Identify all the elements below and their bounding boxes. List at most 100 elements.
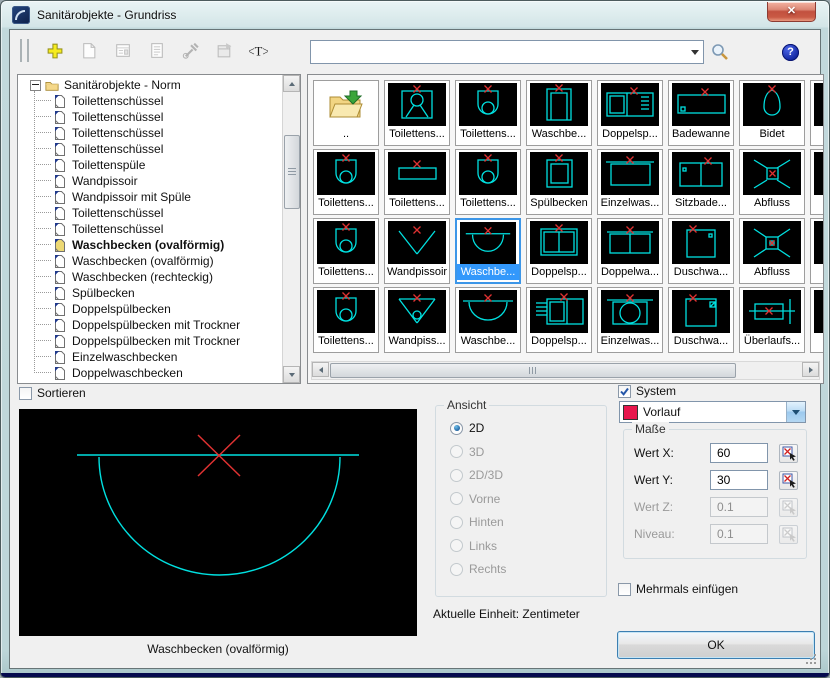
radio-label: 2D [469, 421, 484, 435]
thumbnail-tile[interactable] [810, 218, 824, 284]
thumbnail-tile[interactable]: Überlaufs... [739, 287, 805, 353]
tree-collapse-icon[interactable] [30, 80, 41, 91]
scroll-down-button[interactable] [283, 366, 300, 383]
toilet-shield-thumbnail [459, 152, 517, 195]
text-button[interactable]: <T> [243, 36, 273, 64]
tree-item[interactable]: Einzelwaschbecken [18, 349, 283, 365]
field-input[interactable] [710, 443, 768, 463]
thumbnail-tile[interactable]: Waschbe... [455, 287, 521, 353]
thumbnail-tile[interactable] [810, 149, 824, 215]
pick-value-button[interactable] [779, 471, 798, 490]
dropdown-button[interactable] [786, 402, 805, 422]
checkbox-checked-icon [618, 385, 631, 398]
system-checkbox[interactable]: System [618, 383, 676, 399]
toilet-bar-thumbnail [388, 152, 446, 195]
scroll-up-button[interactable] [283, 75, 300, 92]
tree-item[interactable]: Waschbecken (rechteckig) [18, 269, 283, 285]
document-icon [53, 174, 67, 188]
tree-vertical-scrollbar[interactable] [282, 75, 300, 383]
bathtub-thumbnail [672, 83, 730, 126]
tree-root-item[interactable]: Sanitärobjekte - Norm [18, 77, 283, 93]
tree-item[interactable]: Spülbecken [18, 285, 283, 301]
thumbnail-tile[interactable]: Waschbe... [455, 218, 521, 284]
thumbnail-tile[interactable]: Abfluss [739, 149, 805, 215]
scrollbar-thumb[interactable] [284, 135, 300, 209]
tree-item[interactable]: Doppelspülbecken mit Trockner [18, 317, 283, 333]
tree-item[interactable]: Toilettenschüssel [18, 109, 283, 125]
thumbnail-tile[interactable]: Doppelsp... [597, 80, 663, 146]
tree-item[interactable]: Toilettenschüssel [18, 205, 283, 221]
thumbnail-tile[interactable]: Duschwa... [668, 287, 734, 353]
tree-item[interactable]: Doppelspülbecken [18, 301, 283, 317]
thumbnail-tile[interactable]: Doppelwa... [597, 218, 663, 284]
thumbnail-tile[interactable]: Badewanne [668, 80, 734, 146]
tree-connector [34, 356, 51, 358]
tree-item[interactable]: Waschbecken (ovalförmig) [18, 253, 283, 269]
pick-value-button[interactable] [779, 444, 798, 463]
view-radio-2d[interactable]: 2D [450, 420, 484, 436]
tree-connector [34, 116, 51, 118]
toilet-frame-thumbnail [388, 83, 446, 126]
resize-grip[interactable] [805, 653, 817, 665]
thumbnail-tile[interactable]: Einzelwas... [597, 149, 663, 215]
pick-value-button [779, 498, 798, 517]
tree-item[interactable]: Waschbecken (ovalförmig) [18, 237, 283, 253]
thumbnail-tile[interactable]: Toilettens... [384, 80, 450, 146]
search-icon[interactable] [710, 42, 730, 62]
tree-connector [34, 372, 51, 374]
tree-item[interactable]: Wandpissoir mit Spüle [18, 189, 283, 205]
sortieren-checkbox[interactable]: Sortieren [19, 385, 86, 401]
arrow-left-icon [319, 367, 323, 373]
tree-connector [34, 132, 51, 134]
tree-item[interactable]: Toilettenschüssel [18, 125, 283, 141]
help-button[interactable]: ? [782, 44, 799, 61]
add-button[interactable] [39, 36, 69, 64]
thumbnail-tile[interactable]: Toilettens... [313, 218, 379, 284]
tree-item[interactable]: Wandpissoir [18, 173, 283, 189]
thumbnail-tile[interactable]: Spülbecken [526, 149, 592, 215]
tree-item[interactable]: Toilettenschüssel [18, 221, 283, 237]
thumbnail-tile[interactable]: Toilettens... [384, 149, 450, 215]
thumbnail-tile[interactable]: Doppelsp... [526, 287, 592, 353]
ok-button[interactable]: OK [617, 631, 815, 659]
tile-folder-up[interactable]: .. [313, 80, 379, 146]
mehrmals-checkbox[interactable]: Mehrmals einfügen [618, 581, 738, 597]
combobox-dropdown-button[interactable] [687, 42, 703, 62]
tile-label: Waschbe... [527, 126, 591, 143]
grid-horizontal-scrollbar[interactable] [311, 361, 820, 380]
tile-label: Doppelsp... [527, 264, 591, 281]
thumbnail-tile[interactable]: Einzelwas... [597, 287, 663, 353]
field-input[interactable] [710, 470, 768, 490]
thumbnail-tile[interactable]: Sitzbade... [668, 149, 734, 215]
tile-label: Überlaufs... [740, 333, 804, 350]
tree-item[interactable]: Doppelwaschbecken [18, 365, 283, 381]
thumbnail-tile[interactable]: Abfluss [739, 218, 805, 284]
thumbnail-tile[interactable]: Doppelsp... [526, 218, 592, 284]
thumbnail-tile[interactable]: Duschwa... [668, 218, 734, 284]
toilet-shield-thumbnail [317, 290, 375, 333]
thumbnail-tile[interactable]: Waschbe... [526, 80, 592, 146]
vorlauf-dropdown[interactable]: Vorlauf [619, 401, 806, 423]
close-button[interactable]: ✕ [767, 2, 816, 22]
thumbnail-tile[interactable]: Toilettens... [313, 287, 379, 353]
search-input[interactable] [314, 42, 687, 62]
tree-item[interactable]: Toilettenschüssel [18, 93, 283, 109]
thumbnail-tile[interactable] [810, 80, 824, 146]
thumbnail-tile[interactable]: Toilettens... [455, 149, 521, 215]
scroll-left-button[interactable] [312, 362, 329, 377]
sink-square-thumbnail [530, 152, 588, 195]
scrollbar-thumb[interactable] [330, 363, 736, 378]
thumbnail-tile[interactable]: Bidet [739, 80, 805, 146]
thumbnail-tile[interactable]: Toilettens... [455, 80, 521, 146]
tree-item[interactable]: Toilettenspüle [18, 157, 283, 173]
thumbnail-tile[interactable] [810, 287, 824, 353]
thumbnail-tile[interactable]: Wandpiss... [384, 287, 450, 353]
tree-item[interactable]: Doppelspülbecken mit Trockner [18, 333, 283, 349]
scroll-right-button[interactable] [802, 362, 819, 377]
thumbnail-tile[interactable]: Toilettens... [313, 149, 379, 215]
tree-item-label: Waschbecken (rechteckig) [70, 269, 215, 285]
thumbnail-tile[interactable]: Wandpissoir [384, 218, 450, 284]
tree-item[interactable]: Toilettenschüssel [18, 141, 283, 157]
search-combobox[interactable] [310, 40, 704, 64]
toolbar-drag-handle[interactable] [20, 39, 29, 62]
